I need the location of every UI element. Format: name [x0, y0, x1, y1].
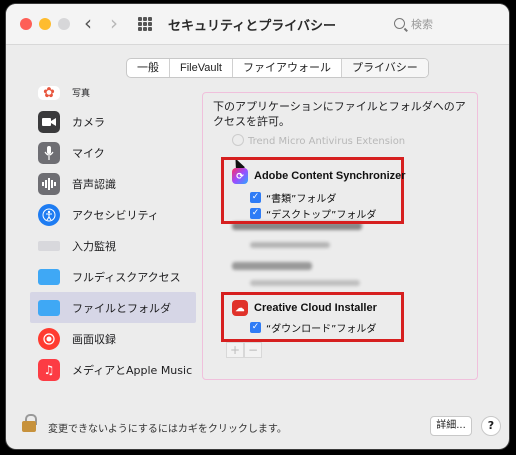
sidebar-item-label: アクセシビリティ [72, 208, 159, 222]
panel-description: 下のアプリケーションにファイルとフォルダへのアクセスを許可。 [213, 100, 466, 128]
creative-cloud-icon: ☁ [232, 300, 248, 316]
checkbox-checked[interactable]: ✓ [250, 322, 261, 333]
lock-hint-text: 変更できないようにするにはカギをクリックします。 [48, 424, 287, 435]
app-icon [232, 134, 244, 146]
app-row-adobe-content-synchronizer: ⟳ Adobe Content Synchronizer [232, 168, 406, 184]
add-remove-controls: + − [226, 342, 262, 358]
sidebar-item-microphone[interactable]: マイク [30, 137, 196, 168]
sidebar-item-label: 音声認識 [72, 177, 116, 191]
photos-icon: ✿ [38, 85, 60, 101]
back-chevron-icon[interactable]: ‹ [84, 13, 92, 33]
details-button[interactable]: 詳細... [430, 416, 472, 436]
help-button[interactable]: ? [481, 416, 501, 436]
sidebar-item-files-and-folders[interactable]: ファイルとフォルダ [30, 292, 196, 323]
permission-label: “書類”フォルダ [266, 194, 337, 205]
sidebar-item-speech-recognition[interactable]: 音声認識 [30, 168, 196, 199]
title-bar: ‹ › セキュリティとプライバシー 検索 [6, 4, 509, 45]
camera-icon [38, 110, 60, 133]
sidebar-item-label: 入力監視 [72, 239, 116, 253]
sidebar-item-label: 画面収録 [72, 332, 116, 346]
screen-recording-icon [38, 327, 60, 350]
blurred-row [250, 280, 360, 286]
privacy-tabs: 一般 FileVault ファイアウォール プライバシー [126, 58, 429, 78]
speech-recognition-icon [38, 172, 60, 195]
minimize-window-button[interactable] [39, 18, 51, 30]
adobe-sync-icon: ⟳ [232, 168, 248, 184]
permission-label: “デスクトップ”フォルダ [266, 210, 377, 221]
close-window-button[interactable] [20, 18, 32, 30]
sidebar-item-full-disk-access[interactable]: フルディスクアクセス [30, 261, 196, 292]
permission-desktop[interactable]: ✓ “デスクトップ”フォルダ [250, 206, 376, 221]
microphone-icon [38, 141, 60, 164]
sidebar-item-input-monitoring[interactable]: 入力監視 [30, 230, 196, 261]
keyboard-icon [38, 240, 60, 251]
accessibility-icon [38, 203, 60, 226]
sidebar-item-label: ファイルとフォルダ [72, 301, 171, 315]
search-placeholder: 検索 [411, 18, 433, 31]
folder-icon [38, 268, 60, 285]
zoom-window-button[interactable] [58, 18, 70, 30]
tab-firewall[interactable]: ファイアウォール [233, 59, 342, 77]
tab-filevault[interactable]: FileVault [170, 59, 233, 77]
blurred-row [250, 242, 330, 248]
search-icon [394, 18, 405, 29]
tab-privacy[interactable]: プライバシー [341, 59, 428, 77]
add-button[interactable]: + [226, 342, 244, 358]
sidebar-item-label: 写真 [72, 89, 91, 99]
sidebar-item-label: フルディスクアクセス [72, 270, 181, 284]
sidebar-item-screen-recording[interactable]: 画面収録 [30, 323, 196, 354]
faded-app-row: Trend Micro Antivirus Extension [232, 134, 405, 147]
app-name: Adobe Content Synchronizer [254, 170, 406, 182]
permission-downloads[interactable]: ✓ “ダウンロード”フォルダ [250, 320, 376, 335]
remove-button[interactable]: − [244, 342, 262, 358]
sidebar-item-label: カメラ [72, 115, 105, 129]
show-all-grid-icon[interactable] [138, 17, 152, 31]
lock-icon[interactable] [22, 414, 37, 432]
sidebar-item-photos[interactable]: ✿ 写真 [30, 85, 196, 106]
checkbox-checked[interactable]: ✓ [250, 208, 261, 219]
permission-label: “ダウンロード”フォルダ [266, 324, 377, 335]
search-field[interactable]: 検索 [394, 16, 433, 32]
sidebar-item-label: マイク [72, 146, 105, 160]
permission-documents[interactable]: ✓ “書類”フォルダ [250, 190, 336, 205]
sidebar-item-label: メディアとApple Music [72, 363, 193, 377]
folder-icon [38, 299, 60, 316]
app-name: Creative Cloud Installer [254, 302, 377, 314]
privacy-sidebar: ✿ 写真 カメラ マイク 音声認識 アクセシビリティ 入力監視 フルディスクアク… [30, 85, 196, 385]
faded-app-name: Trend Micro Antivirus Extension [248, 136, 406, 147]
sidebar-item-camera[interactable]: カメラ [30, 106, 196, 137]
tab-general[interactable]: 一般 [127, 59, 170, 77]
sidebar-item-accessibility[interactable]: アクセシビリティ [30, 199, 196, 230]
sidebar-item-media-apple-music[interactable]: ♫ メディアとApple Music [30, 354, 196, 385]
forward-chevron-icon[interactable]: › [110, 13, 118, 33]
app-row-creative-cloud-installer: ☁ Creative Cloud Installer [232, 300, 377, 316]
checkbox-checked[interactable]: ✓ [250, 192, 261, 203]
blurred-row [232, 262, 312, 270]
music-icon: ♫ [38, 358, 60, 381]
window-title: セキュリティとプライバシー [168, 18, 336, 33]
